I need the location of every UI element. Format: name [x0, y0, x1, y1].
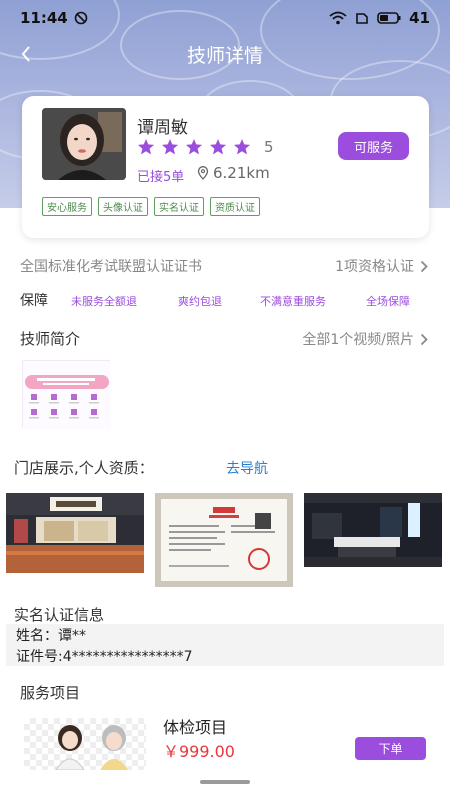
certificate-row[interactable]: 全国标准化考试联盟认证证书 1项资格认证	[0, 254, 450, 276]
star-row	[137, 139, 251, 155]
service-price: ￥999.00	[163, 742, 235, 761]
status-time: 11:44	[20, 9, 68, 27]
intro-media-thumbnail[interactable]	[22, 360, 111, 429]
star-icon	[161, 139, 179, 155]
certificate-value-group: 1项资格认证	[335, 256, 428, 276]
guarantee-row: 保障 未服务全额退 爽约包退 不满意重服务 全场保障	[0, 290, 450, 312]
avatar[interactable]	[42, 108, 126, 180]
realname-id-number: 证件号:4****************7	[16, 649, 193, 665]
chevron-right-icon	[420, 260, 428, 272]
battery-level: 41	[409, 9, 430, 27]
rating-value: 5	[264, 138, 274, 156]
technician-name: 谭周敏	[137, 118, 188, 138]
order-count: 已接5单	[137, 170, 185, 185]
service-name: 体检项目	[163, 718, 228, 737]
wifi-icon	[329, 11, 347, 25]
realname-name: 姓名：谭**	[16, 628, 86, 644]
guarantee-redo-service: 不满意重服务	[260, 295, 326, 308]
service-illustration	[55, 725, 128, 770]
tag-safe-service: 安心服务	[42, 197, 92, 216]
store-row: 门店展示,个人资质： 去导航	[0, 457, 450, 479]
store-front-image	[6, 493, 144, 573]
guarantee-title: 保障	[20, 293, 48, 309]
do-not-disturb-icon	[74, 11, 88, 25]
tag-avatar-verified: 头像认证	[98, 197, 148, 216]
star-rating: 5	[137, 138, 274, 156]
store-photo-front[interactable]	[6, 493, 144, 573]
star-icon	[137, 139, 155, 155]
certificate-value: 1项资格认证	[335, 259, 414, 275]
navigate-link[interactable]: 去导航	[226, 458, 268, 478]
intro-more-group: 全部1个视频/照片	[302, 329, 428, 349]
tag-qualification-verified: 资质认证	[210, 197, 260, 216]
massage-room-photo[interactable]	[304, 493, 442, 567]
star-icon	[233, 139, 251, 155]
verification-tags: 安心服务 头像认证 实名认证 资质认证	[42, 197, 260, 216]
home-indicator[interactable]	[200, 780, 250, 784]
avatar-photo	[42, 108, 126, 180]
business-license-photo[interactable]	[155, 493, 293, 587]
business-license-image	[155, 493, 293, 587]
profile-card: 谭周敏 5 已接5单 6.21km 可服务 安心服务 头像认证 实名认证 资质认…	[22, 96, 429, 238]
location-pin-icon	[197, 166, 209, 180]
status-bar: 11:44 41	[0, 0, 450, 36]
tag-realname-verified: 实名认证	[154, 197, 204, 216]
place-order-button[interactable]: 下单	[355, 737, 426, 760]
battery-icon	[377, 12, 401, 24]
realname-title: 实名认证信息	[14, 606, 105, 624]
realname-info-box: 姓名：谭** 证件号:4****************7	[6, 624, 444, 666]
intro-media-image	[23, 361, 111, 429]
store-title: 门店展示,个人资质：	[14, 459, 154, 477]
massage-room-image	[304, 493, 442, 567]
intro-row[interactable]: 技师简介 全部1个视频/照片	[0, 327, 450, 351]
certificate-label: 全国标准化考试联盟认证证书	[20, 259, 202, 275]
service-item-image[interactable]	[24, 718, 146, 770]
star-icon	[209, 139, 227, 155]
available-button[interactable]: 可服务	[338, 132, 409, 160]
page-title: 技师详情	[186, 45, 263, 67]
guarantee-full-refund: 未服务全额退	[71, 295, 137, 308]
distance: 6.21km	[197, 164, 270, 182]
chevron-right-icon	[420, 333, 428, 345]
intro-title: 技师简介	[20, 330, 81, 348]
services-title: 服务项目	[20, 684, 81, 702]
star-icon	[185, 139, 203, 155]
nav-bar: 技师详情	[0, 36, 450, 72]
guarantee-full-coverage: 全场保障	[366, 295, 410, 308]
intro-more-link: 全部1个视频/照片	[302, 332, 414, 348]
guarantee-no-show-refund: 爽约包退	[178, 295, 222, 308]
sim-icon	[356, 13, 368, 24]
distance-value: 6.21km	[213, 164, 270, 182]
